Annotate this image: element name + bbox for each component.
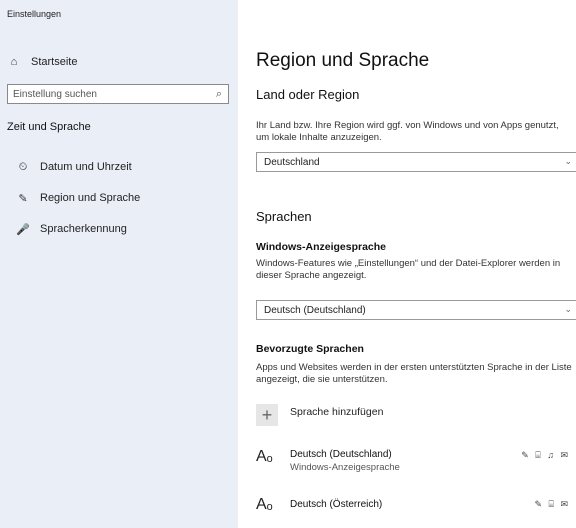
display-language-heading: Windows-Anzeigesprache [256, 241, 387, 253]
language-name: Deutsch (Deutschland) [290, 449, 392, 460]
add-language-label[interactable]: Sprache hinzufügen [290, 406, 383, 418]
main-content: Region und Sprache Land oder Region Ihr … [238, 0, 576, 528]
preferred-languages-description: Apps und Websites werden in der ersten u… [256, 362, 572, 385]
sidebar-item-label: Datum und Uhrzeit [40, 161, 132, 173]
region-heading: Land oder Region [256, 87, 360, 102]
preferred-languages-heading: Bevorzugte Sprachen [256, 343, 364, 355]
sidebar-item-label: Region und Sprache [40, 192, 141, 204]
sidebar-item-date-time[interactable]: ⏲ Datum und Uhrzeit [0, 156, 254, 178]
settings-search-input[interactable]: Einstellung suchen ⌕ [7, 84, 229, 104]
country-select[interactable]: Deutschland ⌄ [256, 152, 576, 172]
language-glyph-icon: Aₒ [256, 448, 273, 465]
sidebar-item-label: Spracherkennung [40, 223, 127, 235]
home-label: Startseite [31, 56, 78, 68]
language-glyph-icon: Aₒ [256, 496, 273, 513]
country-value: Deutschland [264, 156, 320, 168]
sidebar-item-speech[interactable]: 🎤 Spracherkennung [0, 218, 254, 240]
language-capability-icons: ✎ ⌸ ✉ [534, 499, 570, 509]
microphone-icon: 🎤 [16, 223, 30, 236]
display-language-select[interactable]: Deutsch (Deutschland) ⌄ [256, 300, 576, 320]
display-language-description: Windows-Features wie „Einstellungen“ und… [256, 258, 561, 281]
search-placeholder: Einstellung suchen [13, 88, 97, 100]
section-label: Zeit und Sprache [7, 121, 91, 133]
region-description: Ihr Land bzw. Ihre Region wird ggf. von … [256, 120, 559, 143]
region-language-icon: ✎ [18, 192, 28, 205]
chevron-down-icon: ⌄ [564, 156, 572, 166]
display-language-value: Deutsch (Deutschland) [264, 304, 366, 316]
page-title: Region und Sprache [256, 50, 430, 71]
sidebar: Einstellungen ⌂ Startseite Einstellung s… [0, 0, 238, 528]
home-nav-item[interactable]: ⌂ Startseite [0, 51, 245, 73]
language-capability-icons: ✎ ⌸ ♫ ✉ [521, 450, 570, 460]
languages-heading: Sprachen [256, 209, 312, 224]
plus-icon[interactable]: + [256, 404, 278, 426]
home-icon: ⌂ [10, 56, 18, 68]
search-icon[interactable]: ⌕ [216, 88, 222, 101]
chevron-down-icon: ⌄ [564, 304, 572, 314]
language-name: Deutsch (Österreich) [290, 499, 383, 510]
sidebar-item-region-language[interactable]: ✎ Region und Sprache [0, 187, 254, 209]
language-sub: Windows-Anzeigesprache [290, 462, 400, 473]
app-title: Einstellungen [7, 9, 62, 19]
clock-calendar-icon: ⏲ [18, 160, 28, 173]
